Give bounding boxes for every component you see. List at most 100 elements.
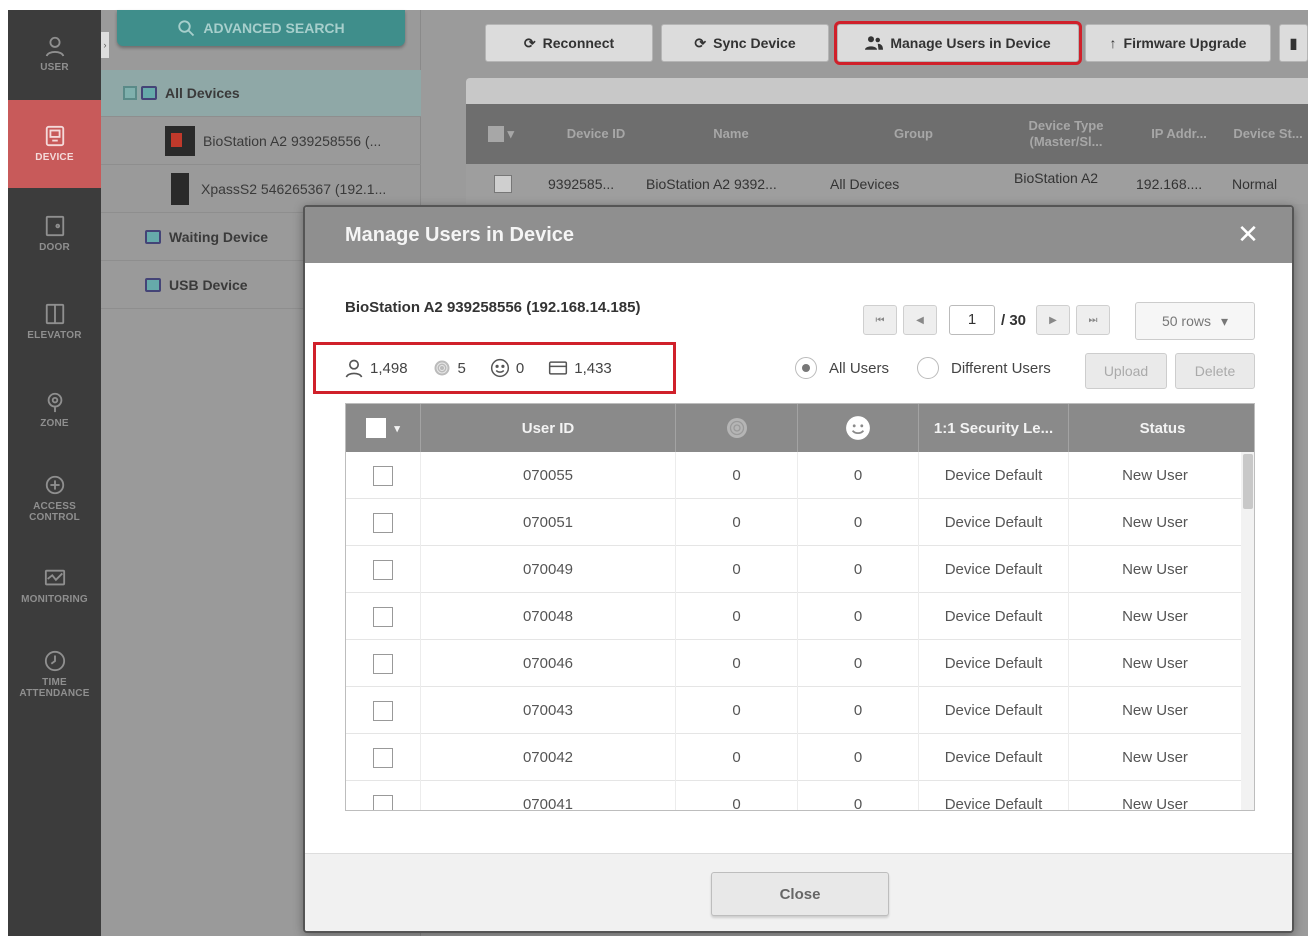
- cell-status: New User: [1122, 796, 1188, 811]
- reconnect-label: Reconnect: [542, 35, 615, 51]
- cell-fingerprint-count: 0: [676, 499, 798, 546]
- row-checkbox[interactable]: [346, 687, 421, 734]
- table-scrollbar-thumb[interactable]: [1243, 454, 1253, 509]
- upload-button[interactable]: Upload: [1085, 353, 1167, 389]
- modal-title: Manage Users in Device: [345, 223, 574, 246]
- sync-device-button[interactable]: ⟳ Sync Device: [661, 24, 829, 62]
- radio-all-users[interactable]: All Users: [795, 357, 889, 379]
- advanced-search-button[interactable]: ADVANCED SEARCH: [117, 10, 405, 46]
- tree-node-label: All Devices: [165, 85, 240, 101]
- nav-item-time-attendance[interactable]: TIME ATTENDANCE: [8, 630, 101, 718]
- sync-icon: ⟳: [694, 34, 707, 51]
- nav-item-elevator[interactable]: ELEVATOR: [8, 278, 101, 366]
- next-page-button[interactable]: ▶: [1036, 305, 1071, 335]
- fingerprint-icon: [434, 360, 450, 376]
- face-icon: [490, 358, 509, 378]
- rows-per-page-select[interactable]: 50 rows ▾: [1135, 302, 1255, 340]
- cell-user-id: 070043: [421, 687, 676, 734]
- nav-item-door[interactable]: DOOR: [8, 190, 101, 278]
- table-row[interactable]: 070042 0 0 Device Default New User: [346, 734, 1241, 781]
- table-row[interactable]: 070048 0 0 Device Default New User: [346, 593, 1241, 640]
- nav-label: USER: [40, 62, 69, 73]
- close-button[interactable]: Close: [711, 872, 889, 916]
- col-group[interactable]: Group: [821, 104, 1006, 164]
- more-toolbar-button[interactable]: ▮: [1279, 24, 1308, 62]
- radio-different-users-label: Different Users: [951, 359, 1051, 377]
- cell-device-id: 9392585...: [548, 176, 615, 192]
- reconnect-button[interactable]: ⟳ Reconnect: [485, 24, 653, 62]
- cell-user-id: 070055: [421, 452, 676, 499]
- nav-item-zone[interactable]: ZONE: [8, 366, 101, 454]
- cell-security-level: Device Default: [919, 499, 1069, 546]
- col-name[interactable]: Name: [656, 104, 806, 164]
- cell-user-id: 070048: [421, 593, 676, 640]
- cell-status: New User: [1122, 514, 1188, 531]
- nav-item-device[interactable]: DEVICE: [8, 100, 101, 188]
- cell-fingerprint-count: 0: [676, 781, 798, 810]
- table-row[interactable]: 070049 0 0 Device Default New User: [346, 546, 1241, 593]
- page-number-input[interactable]: 1: [949, 305, 995, 335]
- table-row[interactable]: 070051 0 0 Device Default New User: [346, 499, 1241, 546]
- row-checkbox[interactable]: [346, 640, 421, 687]
- col-face[interactable]: [798, 404, 919, 452]
- expand-toggle[interactable]: [123, 86, 137, 100]
- table-row[interactable]: 070043 0 0 Device Default New User: [346, 687, 1241, 734]
- cell-fingerprint-count: 0: [676, 734, 798, 781]
- search-icon: [178, 20, 195, 37]
- cell-face-count: 0: [798, 499, 919, 546]
- col-fingerprint[interactable]: [676, 404, 798, 452]
- firmware-label: Firmware Upgrade: [1123, 35, 1247, 51]
- cell-status: New User: [1122, 655, 1188, 672]
- table-row[interactable]: 070041 0 0 Device Default New User: [346, 781, 1241, 811]
- prev-page-button[interactable]: ◀: [903, 305, 937, 335]
- row-checkbox[interactable]: [346, 734, 421, 781]
- col-user-id[interactable]: User ID: [421, 404, 676, 452]
- radio-different-users[interactable]: Different Users: [917, 357, 1051, 379]
- delete-button[interactable]: Delete: [1175, 353, 1255, 389]
- row-checkbox[interactable]: [346, 593, 421, 640]
- nav-label: ZONE: [40, 418, 69, 429]
- device-grid-row[interactable]: 9392585... BioStation A2 9392... All Dev…: [466, 164, 1308, 204]
- tree-node-all-devices[interactable]: All Devices: [101, 70, 421, 117]
- nav-label: TIME ATTENDANCE: [19, 676, 90, 699]
- nav-label: DOOR: [39, 242, 70, 253]
- col-status[interactable]: Status: [1069, 404, 1254, 452]
- col-device-id[interactable]: Device ID: [536, 104, 656, 164]
- select-all-checkbox[interactable]: ▾: [346, 404, 421, 452]
- nav-item-user[interactable]: USER: [8, 10, 101, 98]
- collapse-panel-toggle[interactable]: ›: [101, 32, 109, 58]
- nav-label: ACCESS CONTROL: [29, 500, 80, 523]
- table-header: ▾ User ID 1:1 Security Le... Status: [346, 404, 1254, 452]
- cell-device-type: BioStation A2: [1014, 170, 1099, 186]
- row-checkbox[interactable]: [346, 781, 421, 810]
- radio-different-users-control[interactable]: [917, 357, 939, 379]
- col-security-level[interactable]: 1:1 Security Le...: [919, 404, 1069, 452]
- row-checkbox[interactable]: [346, 546, 421, 593]
- card-icon: [549, 361, 568, 375]
- table-row[interactable]: 070046 0 0 Device Default New User: [346, 640, 1241, 687]
- upload-arrow-icon: ↑: [1109, 35, 1117, 51]
- cell-fingerprint-count: 0: [676, 640, 798, 687]
- manage-users-in-device-button[interactable]: Manage Users in Device: [834, 21, 1082, 65]
- firmware-upgrade-button[interactable]: ↑ Firmware Upgrade: [1085, 24, 1271, 62]
- nav-label: DEVICE: [35, 152, 74, 163]
- table-row[interactable]: 070055 0 0 Device Default New User: [346, 452, 1241, 499]
- radio-all-users-control[interactable]: [795, 357, 817, 379]
- sync-label: Sync Device: [713, 35, 796, 51]
- cell-security-level: Device Default: [919, 546, 1069, 593]
- grid-select-all[interactable]: ▾: [466, 104, 536, 164]
- col-device-status[interactable]: Device St...: [1228, 104, 1308, 164]
- row-checkbox[interactable]: [346, 452, 421, 499]
- last-page-button[interactable]: ⏭: [1076, 305, 1111, 335]
- advanced-search-label: ADVANCED SEARCH: [203, 20, 345, 36]
- nav-item-access-control[interactable]: ACCESS CONTROL: [8, 454, 101, 542]
- col-device-type[interactable]: Device Type (Master/Sl...: [1006, 104, 1126, 164]
- tree-node-device-biostation[interactable]: BioStation A2 939258556 (...: [101, 118, 421, 165]
- first-page-button[interactable]: ⏮: [863, 305, 897, 335]
- row-checkbox[interactable]: [346, 499, 421, 546]
- close-icon[interactable]: ✕: [1234, 220, 1262, 248]
- row-checkbox[interactable]: [494, 164, 512, 204]
- col-ip-address[interactable]: IP Addr...: [1134, 104, 1224, 164]
- nav-item-monitoring[interactable]: MONITORING: [8, 542, 101, 630]
- card-count-value: 1,433: [574, 359, 612, 377]
